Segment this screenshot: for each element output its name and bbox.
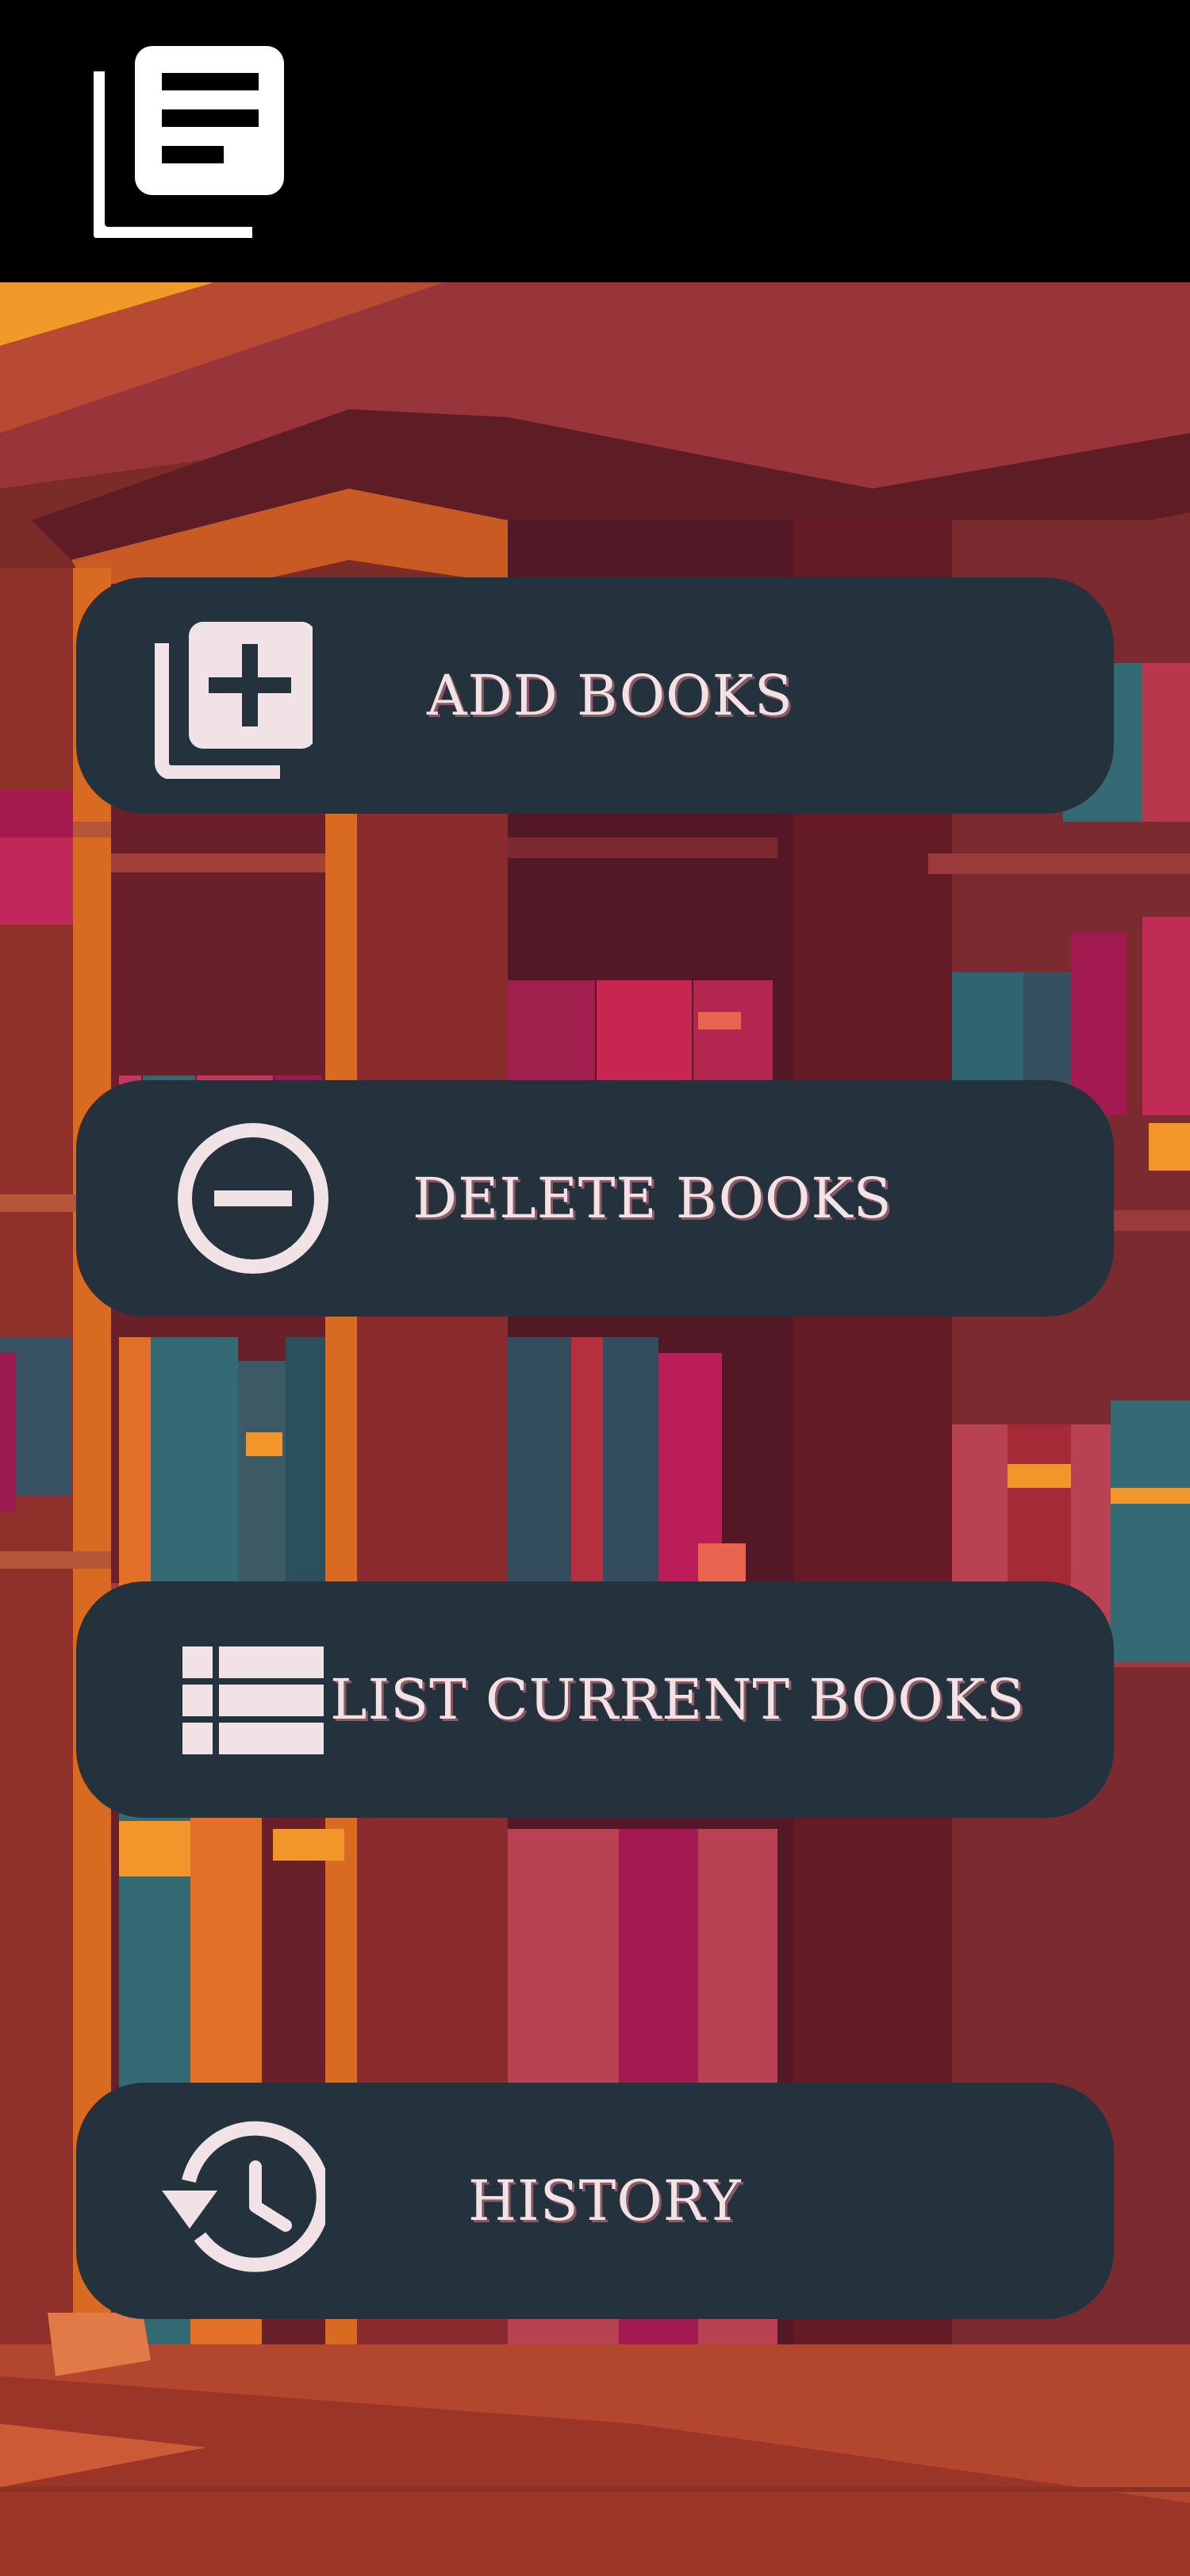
app-bar xyxy=(0,0,1190,282)
view-list-icon xyxy=(182,1646,324,1754)
remove-circle-outline-icon xyxy=(178,1123,328,1274)
add-books-label: ADD BOOKS xyxy=(427,663,793,728)
delete-books-button[interactable]: DELETE BOOKS xyxy=(76,1080,1114,1317)
list-current-books-button[interactable]: LIST CURRENT BOOKS xyxy=(76,1581,1114,1818)
library-books-icon xyxy=(94,46,284,238)
add-books-button[interactable]: ADD BOOKS xyxy=(76,577,1114,814)
history-label: HISTORY xyxy=(468,2168,742,2233)
list-current-books-label: LIST CURRENT BOOKS xyxy=(330,1667,1026,1732)
library-add-icon xyxy=(155,622,313,779)
history-icon xyxy=(162,2121,325,2272)
history-button[interactable]: HISTORY xyxy=(76,2083,1114,2319)
delete-books-label: DELETE BOOKS xyxy=(413,1166,892,1231)
